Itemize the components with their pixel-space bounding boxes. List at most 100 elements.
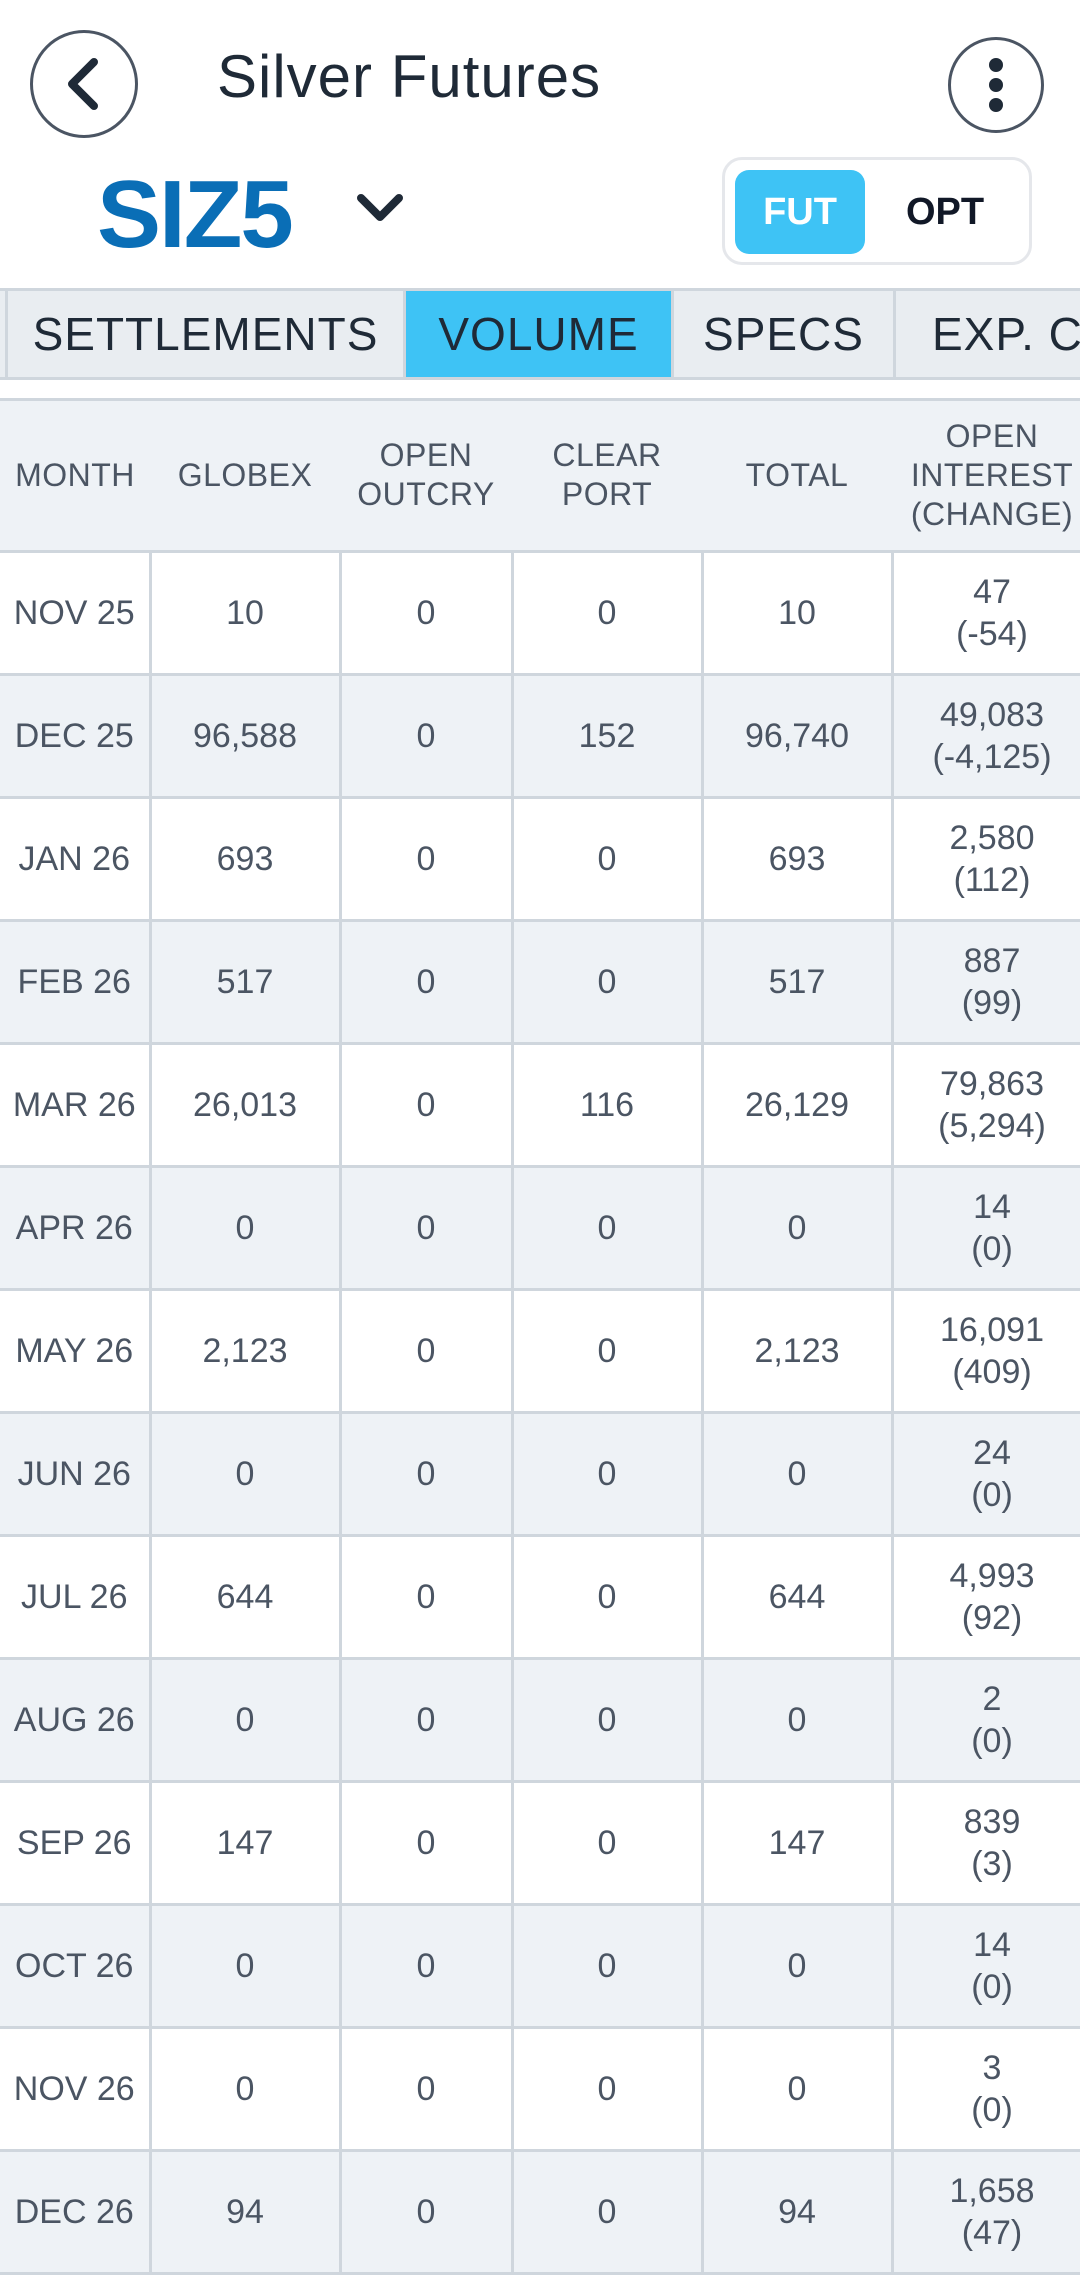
page-title: Silver Futures: [217, 43, 602, 110]
total-cell: 2,123: [702, 1289, 894, 1414]
clearport-cell: 0: [512, 1535, 704, 1660]
month-cell: MAR 26: [0, 1043, 152, 1168]
open-interest-cell: 2,580 (112): [892, 797, 1080, 922]
clearport-cell: 0: [512, 1904, 704, 2029]
month-cell: JAN 26: [0, 797, 152, 922]
back-button[interactable]: [30, 30, 138, 138]
open-outcry-cell: 0: [340, 2150, 514, 2275]
table-row: DEC 26 94 0 0 94 1,658 (47): [0, 2150, 1080, 2275]
open-outcry-cell: 0: [340, 551, 514, 676]
month-cell: DEC 25: [0, 674, 152, 799]
chevron-left-icon: [68, 58, 98, 110]
open-outcry-cell: 0: [340, 1781, 514, 1906]
open-outcry-cell: 0: [340, 920, 514, 1045]
month-cell: JUL 26: [0, 1535, 152, 1660]
table-row: FEB 26 517 0 0 517 887 (99): [0, 920, 1080, 1045]
month-cell: NOV 25: [0, 551, 152, 676]
globex-cell: 644: [150, 1535, 342, 1660]
clearport-cell: 0: [512, 920, 704, 1045]
clearport-cell: 116: [512, 1043, 704, 1168]
globex-cell: 147: [150, 1781, 342, 1906]
month-cell: SEP 26: [0, 1781, 152, 1906]
open-outcry-cell: 0: [340, 1289, 514, 1414]
total-cell: 693: [702, 797, 894, 922]
clearport-cell: 152: [512, 674, 704, 799]
total-cell: 644: [702, 1535, 894, 1660]
tab-settlements[interactable]: SETTLEMENTS: [8, 291, 406, 377]
clearport-cell: 0: [512, 2150, 704, 2275]
table-row: JUL 26 644 0 0 644 4,993 (92): [0, 1535, 1080, 1660]
clearport-cell: 0: [512, 1412, 704, 1537]
globex-cell: 26,013: [150, 1043, 342, 1168]
chevron-down-icon[interactable]: [355, 190, 405, 224]
column-header-open-interest: OPEN INTEREST (CHANGE): [892, 401, 1080, 553]
clearport-cell: 0: [512, 1289, 704, 1414]
table-row: JUN 26 0 0 0 0 24 (0): [0, 1412, 1080, 1537]
open-interest-cell: 1,658 (47): [892, 2150, 1080, 2275]
table-row: DEC 25 96,588 0 152 96,740 49,083 (-4,125…: [0, 674, 1080, 799]
tab-specs[interactable]: SPECS: [674, 291, 896, 377]
open-interest-cell: 3 (0): [892, 2027, 1080, 2152]
open-interest-cell: 47 (-54): [892, 551, 1080, 676]
fut-opt-toggle: FUT OPT: [722, 157, 1032, 265]
month-cell: AUG 26: [0, 1658, 152, 1783]
more-options-button[interactable]: [948, 37, 1044, 133]
open-outcry-cell: 0: [340, 2027, 514, 2152]
month-cell: JUN 26: [0, 1412, 152, 1537]
open-outcry-cell: 0: [340, 1412, 514, 1537]
month-cell: NOV 26: [0, 2027, 152, 2152]
clearport-cell: 0: [512, 797, 704, 922]
open-outcry-cell: 0: [340, 674, 514, 799]
month-cell: FEB 26: [0, 920, 152, 1045]
total-cell: 0: [702, 1904, 894, 2029]
open-interest-cell: 24 (0): [892, 1412, 1080, 1537]
globex-cell: 0: [150, 1658, 342, 1783]
fut-toggle-button[interactable]: FUT: [735, 170, 865, 254]
total-cell: 147: [702, 1781, 894, 1906]
table-row: APR 26 0 0 0 0 14 (0): [0, 1166, 1080, 1291]
total-cell: 0: [702, 2027, 894, 2152]
table-row: NOV 25 10 0 0 10 47 (-54): [0, 551, 1080, 676]
table-row: NOV 26 0 0 0 0 3 (0): [0, 2027, 1080, 2152]
table-row: MAR 26 26,013 0 116 26,129 79,863 (5,294): [0, 1043, 1080, 1168]
open-outcry-cell: 0: [340, 1043, 514, 1168]
globex-cell: 10: [150, 551, 342, 676]
column-header-clearport: CLEAR PORT: [512, 401, 702, 553]
total-cell: 0: [702, 1166, 894, 1291]
clearport-cell: 0: [512, 1658, 704, 1783]
total-cell: 0: [702, 1658, 894, 1783]
open-interest-cell: 16,091 (409): [892, 1289, 1080, 1414]
globex-cell: 517: [150, 920, 342, 1045]
open-outcry-cell: 0: [340, 1904, 514, 2029]
globex-cell: 693: [150, 797, 342, 922]
open-outcry-cell: 0: [340, 1658, 514, 1783]
tab-bar-edge: [0, 291, 8, 377]
globex-cell: 0: [150, 1904, 342, 2029]
volume-table-container[interactable]: MONTH GLOBEX OPEN OUTCRY CLEAR PORT TOTAL …: [0, 398, 1080, 2275]
open-interest-cell: 887 (99): [892, 920, 1080, 1045]
volume-table: MONTH GLOBEX OPEN OUTCRY CLEAR PORT TOTAL …: [0, 401, 1080, 2275]
total-cell: 96,740: [702, 674, 894, 799]
open-interest-cell: 4,993 (92): [892, 1535, 1080, 1660]
tab-bar: SETTLEMENTS VOLUME SPECS EXP. C: [0, 288, 1080, 380]
open-outcry-cell: 0: [340, 797, 514, 922]
clearport-cell: 0: [512, 1781, 704, 1906]
contract-symbol[interactable]: SIZ5: [97, 160, 294, 270]
app-header: Silver Futures SIZ5 FUT OPT: [0, 0, 1080, 285]
tab-expiration-calendar[interactable]: EXP. C: [896, 291, 1080, 377]
table-row: AUG 26 0 0 0 0 2 (0): [0, 1658, 1080, 1783]
total-cell: 94: [702, 2150, 894, 2275]
table-row: JAN 26 693 0 0 693 2,580 (112): [0, 797, 1080, 922]
open-outcry-cell: 0: [340, 1535, 514, 1660]
total-cell: 517: [702, 920, 894, 1045]
clearport-cell: 0: [512, 1166, 704, 1291]
open-interest-cell: 79,863 (5,294): [892, 1043, 1080, 1168]
clearport-cell: 0: [512, 2027, 704, 2152]
globex-cell: 0: [150, 1412, 342, 1537]
column-header-open-outcry: OPEN OUTCRY: [340, 401, 512, 553]
clearport-cell: 0: [512, 551, 704, 676]
month-cell: DEC 26: [0, 2150, 152, 2275]
tab-volume[interactable]: VOLUME: [406, 291, 674, 377]
column-header-globex: GLOBEX: [150, 401, 340, 553]
opt-toggle-button[interactable]: OPT: [875, 170, 1015, 254]
